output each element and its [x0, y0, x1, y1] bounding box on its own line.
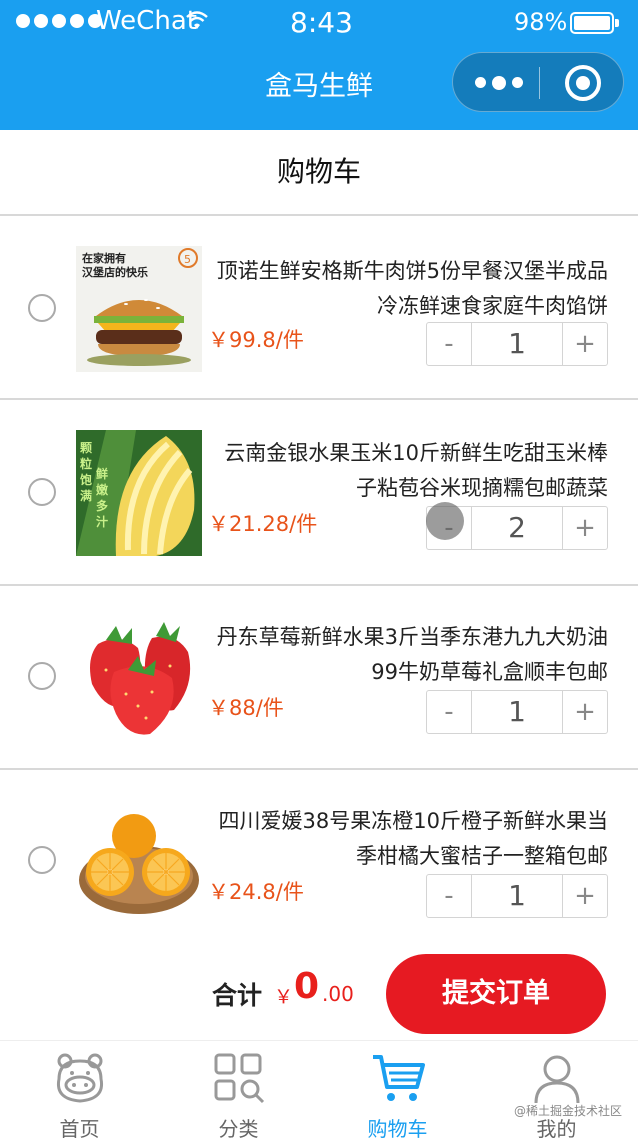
- cart-item: 丹东草莓新鲜水果3斤当季东港九九大奶油99牛奶草莓礼盒顺丰包邮 ￥88/件 - …: [0, 586, 638, 770]
- svg-text:多: 多: [96, 498, 108, 513]
- svg-text:满: 满: [80, 488, 92, 503]
- wifi-icon: [186, 11, 208, 29]
- signal-icon: [16, 14, 102, 28]
- svg-text:鲜: 鲜: [96, 466, 108, 481]
- svg-text:汁: 汁: [96, 514, 108, 529]
- tab-bar: 首页 分类 购物车 我的: [0, 1040, 638, 1140]
- quantity-value[interactable]: 1: [471, 691, 563, 733]
- svg-text:5: 5: [184, 253, 191, 266]
- watermark: @稀土掘金技术社区: [513, 1104, 622, 1118]
- product-price: ￥88/件: [208, 696, 284, 720]
- total-amount-decimal: .00: [322, 982, 354, 1006]
- cart-item: 颗 粒 饱 满 鲜 嫩 多 汁 云南金银水果玉米10斤新鲜生吃甜玉米棒子粘苞谷米…: [0, 402, 638, 586]
- product-image[interactable]: [76, 798, 202, 924]
- increase-button[interactable]: +: [563, 507, 607, 549]
- page-title: 购物车: [0, 130, 638, 216]
- category-icon: [214, 1053, 264, 1104]
- tab-label: 首页: [59, 1117, 100, 1140]
- tab-label: 分类: [218, 1117, 259, 1140]
- status-time: 8:43: [290, 6, 353, 39]
- svg-text:汉堡店的快乐: 汉堡店的快乐: [82, 265, 148, 279]
- quantity-stepper: - 1 +: [426, 874, 608, 918]
- tab-category[interactable]: 分类: [159, 1041, 318, 1140]
- svg-text:嫩: 嫩: [96, 482, 109, 497]
- product-name[interactable]: 云南金银水果玉米10斤新鲜生吃甜玉米棒子粘苞谷米现摘糯包邮蔬菜: [204, 436, 608, 506]
- battery-percent: 98%: [514, 8, 568, 36]
- battery-icon: [570, 12, 619, 34]
- product-price: ￥21.28/件: [208, 512, 318, 536]
- quantity-stepper: - 1 +: [426, 322, 608, 366]
- product-name[interactable]: 丹东草莓新鲜水果3斤当季东港九九大奶油99牛奶草莓礼盒顺丰包邮: [204, 620, 608, 690]
- increase-button[interactable]: +: [563, 875, 607, 917]
- touch-indicator: [426, 502, 464, 540]
- svg-text:颗: 颗: [80, 441, 92, 455]
- select-radio[interactable]: [28, 662, 56, 690]
- svg-text:饱: 饱: [80, 472, 92, 487]
- carrier-name: WeChat: [96, 6, 197, 36]
- select-radio[interactable]: [28, 478, 56, 506]
- hippo-icon: [56, 1053, 103, 1103]
- more-icon[interactable]: [475, 76, 523, 90]
- increase-button[interactable]: +: [563, 691, 607, 733]
- top-bar: WeChat 8:43 98% 盒马生鲜: [0, 0, 638, 130]
- total-label: 合计: [212, 981, 263, 1010]
- product-image[interactable]: 颗 粒 饱 满 鲜 嫩 多 汁: [76, 430, 202, 556]
- product-price: ￥24.8/件: [208, 880, 304, 904]
- capsule-divider: [539, 67, 540, 99]
- quantity-value[interactable]: 1: [471, 323, 563, 365]
- submit-bar: 合计 ￥ 0 .00 提交订单: [0, 948, 638, 1040]
- cart-item: 四川爱媛38号果冻橙10斤橙子新鲜水果当季柑橘大蜜桔子一整箱包邮 ￥24.8/件…: [0, 770, 638, 954]
- increase-button[interactable]: +: [563, 323, 607, 365]
- product-name[interactable]: 顶诺生鲜安格斯牛肉饼5份早餐汉堡半成品冷冻鲜速食家庭牛肉馅饼: [204, 254, 608, 324]
- decrease-button[interactable]: -: [427, 323, 471, 365]
- tab-home[interactable]: 首页: [0, 1041, 159, 1140]
- user-icon: [534, 1055, 579, 1104]
- svg-text:在家拥有: 在家拥有: [82, 251, 126, 265]
- cart-item: 在家拥有 汉堡店的快乐 5 顶诺生鲜安格斯牛肉饼5份早餐汉堡半成品冷冻鲜速食家庭…: [0, 216, 638, 400]
- mini-program-capsule: [452, 52, 624, 112]
- cart-icon: [372, 1055, 425, 1101]
- product-image[interactable]: [76, 614, 202, 740]
- decrease-button[interactable]: -: [427, 691, 471, 733]
- tab-cart[interactable]: 购物车: [318, 1041, 477, 1140]
- quantity-value[interactable]: 1: [471, 875, 563, 917]
- tab-mine[interactable]: 我的: [477, 1041, 636, 1140]
- status-bar: WeChat 8:43 98%: [0, 0, 638, 46]
- product-price: ￥99.8/件: [208, 328, 304, 352]
- close-mini-program-icon[interactable]: [565, 65, 601, 101]
- product-image[interactable]: 在家拥有 汉堡店的快乐 5: [76, 246, 202, 372]
- decrease-button[interactable]: -: [427, 875, 471, 917]
- quantity-value[interactable]: 2: [471, 507, 563, 549]
- select-radio[interactable]: [28, 294, 56, 322]
- product-name[interactable]: 四川爱媛38号果冻橙10斤橙子新鲜水果当季柑橘大蜜桔子一整箱包邮: [204, 804, 608, 874]
- submit-order-button[interactable]: 提交订单: [386, 954, 606, 1034]
- total-currency: ￥: [274, 986, 294, 1008]
- select-radio[interactable]: [28, 846, 56, 874]
- total-amount-integer: 0: [294, 966, 320, 1007]
- tab-label: 购物车: [367, 1117, 428, 1140]
- quantity-stepper: - 1 +: [426, 690, 608, 734]
- svg-text:粒: 粒: [80, 456, 92, 471]
